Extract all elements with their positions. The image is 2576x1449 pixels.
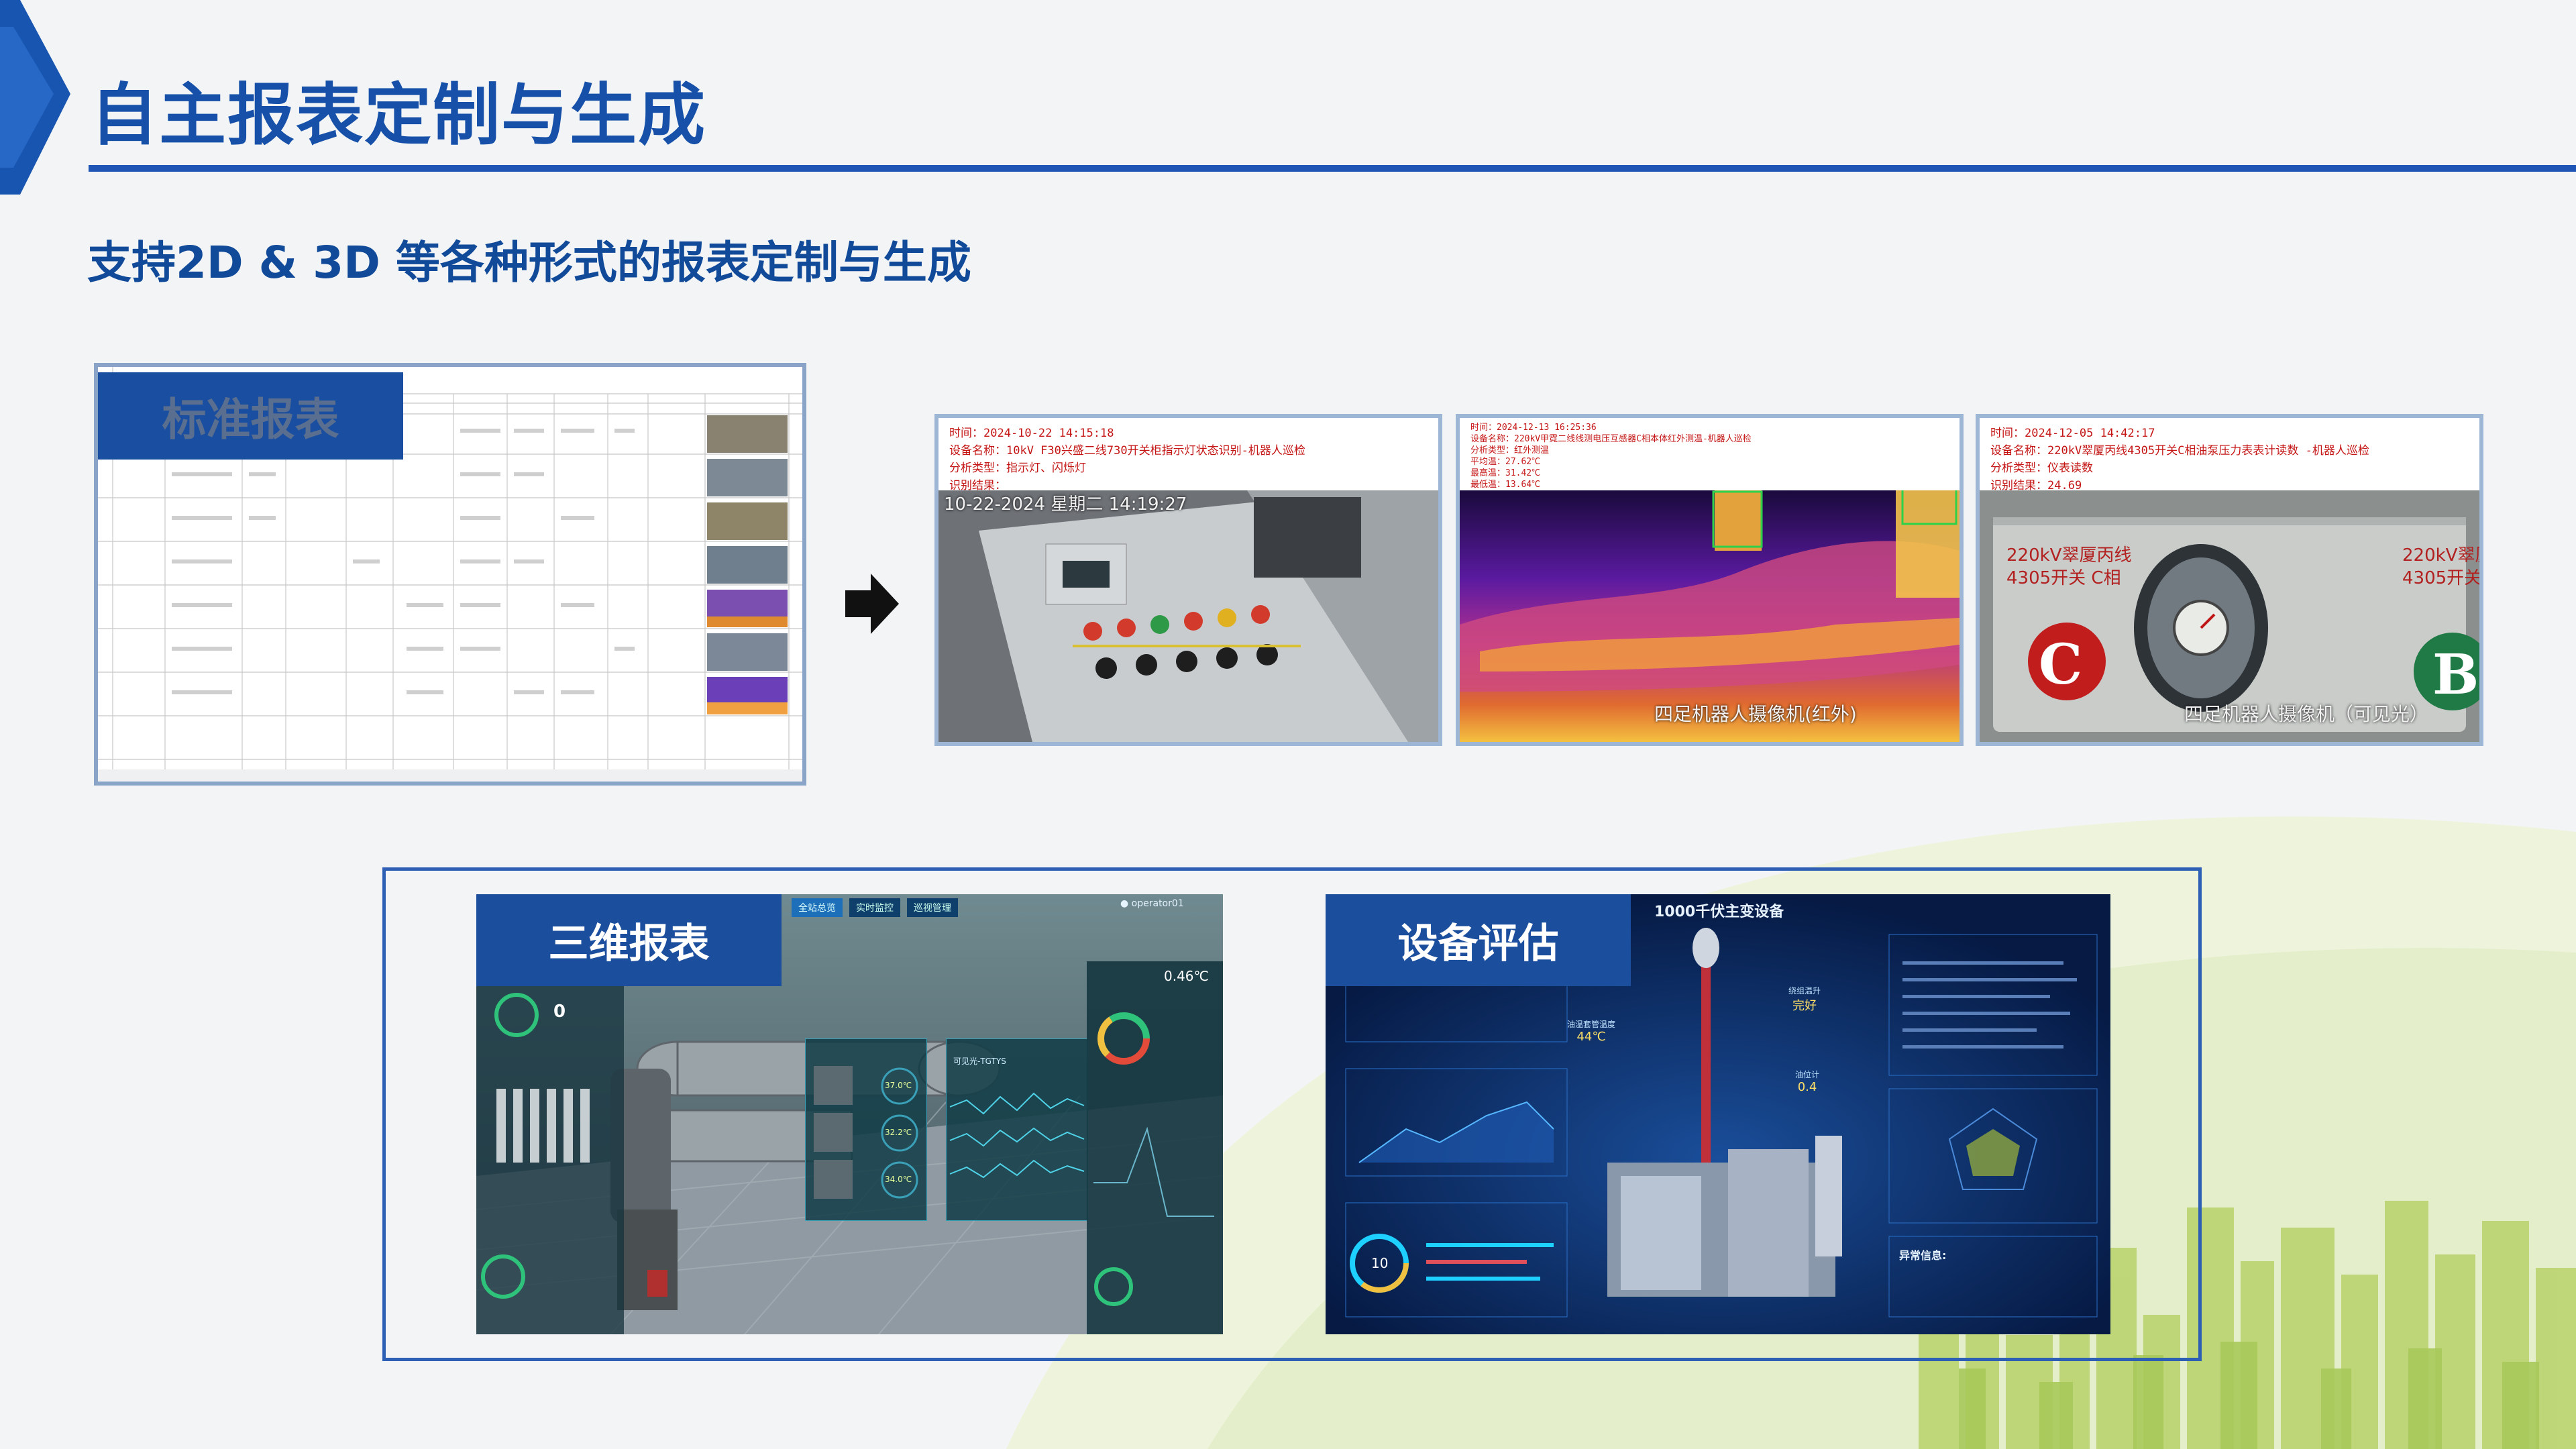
corner-accent	[0, 0, 70, 195]
top-nav: 全站总览 实时监控 巡视管理	[792, 898, 958, 917]
caption-time: 时间：2024-12-13 16:25:36	[1470, 423, 1597, 433]
cabinet-switch-phase: 4305开关 C相	[2006, 568, 2121, 588]
caption-time: 时间：2024-10-22 14:15:18	[949, 427, 1114, 440]
readout-value: 0.4	[1797, 1080, 1817, 1094]
temp-reading-3: 34.0℃	[885, 1175, 912, 1184]
temp-reading-1: 37.0℃	[885, 1081, 912, 1090]
cabinet-line-name: 220kV翠厦丙	[2402, 545, 2479, 566]
camera-label-overlay: 四足机器人摄像机（可见光）	[2184, 703, 2429, 725]
readout-value: 完好	[1792, 999, 1817, 1013]
three-d-report-panel: 全站总览 实时监控 巡视管理 ● operator01 0 37.0℃ 32.2…	[476, 894, 1223, 1334]
caption-device: 设备名称：220kV翠厦丙线4305开关C相油泵压力表表计读数 -机器人巡检	[1990, 444, 2369, 458]
dashboard-title: 1000千伏主变设备	[1654, 904, 1784, 920]
caption-device: 设备名称：220kV甲霓二线线测电压互感器C相本体红外测温-机器人巡检	[1470, 434, 1752, 444]
timestamp-overlay: 10-22-2024 星期二 14:19:27	[944, 494, 1187, 515]
inspection-shot-infrared: 时间：2024-12-13 16:25:36 设备名称：220kV甲霓二线线测电…	[1456, 414, 1964, 746]
readout-label: 油温套管温度	[1567, 1020, 1616, 1029]
indicator-cabinet-image	[938, 490, 1438, 742]
caption-max-temp: 最高温：31.42℃	[1470, 468, 1541, 478]
tab-monitor[interactable]: 实时监控	[849, 898, 900, 917]
right-stats-panel: 0.46℃	[1087, 961, 1223, 1334]
caption-time: 时间：2024-12-05 14:42:17	[1990, 427, 2155, 440]
slide-subtitle: 支持2D & 3D 等各种形式的报表定制与生成	[87, 237, 971, 288]
shot-caption: 时间：2024-12-05 14:42:17 设备名称：220kV翠厦丙线430…	[1980, 418, 2479, 490]
inspection-shot-gauge: 时间：2024-12-05 14:42:17 设备名称：220kV翠厦丙线430…	[1976, 414, 2483, 746]
temperature-card: 37.0℃ 32.2℃ 34.0℃	[805, 1038, 927, 1221]
caption-min-temp: 最低温：13.64℃	[1470, 480, 1541, 490]
phase-letter-b: B	[2432, 643, 2479, 707]
caption-type: 分析类型：仪表读数	[1990, 462, 2093, 475]
anomaly-title: 异常信息:	[1899, 1249, 1947, 1262]
right-charts	[1093, 1012, 1214, 1306]
user-label: ● operator01	[1120, 898, 1184, 909]
trend-lines	[949, 1092, 1085, 1179]
three-d-report-tag: 三维报表	[476, 894, 782, 986]
caption-result: 识别结果：24.69	[1990, 479, 2082, 490]
caption-device: 设备名称：10kV F30兴盛二线730开关柜指示灯状态识别-机器人巡检	[949, 444, 1305, 458]
readout-oil-level: 油位计 0.4	[1795, 1069, 1819, 1094]
health-score: 10	[1371, 1255, 1389, 1271]
readout-label: 绕组温升	[1788, 986, 1821, 996]
equipment-eval-panel: 1000千伏主变设备 油温套管温度 44℃ 绕组温升 完好 油位计 0.4 10…	[1326, 894, 2110, 1334]
title-divider	[89, 165, 2576, 172]
left-stats-panel: 0	[476, 981, 624, 1334]
stats-widgets	[481, 993, 590, 1299]
trend-card: 可见光-TGTYS	[946, 1038, 1088, 1221]
cabinet-line-name: 220kV翠厦丙线	[2006, 545, 2132, 566]
shot-caption: 时间：2024-12-13 16:25:36 设备名称：220kV甲霓二线线测电…	[1460, 418, 1960, 490]
camera-label-overlay: 四足机器人摄像机(红外)	[1654, 703, 1857, 725]
standard-report-tag: 标准报表	[98, 372, 403, 460]
readout-oil-temp: 油温套管温度 44℃	[1567, 1018, 1615, 1044]
phase-letter-c: C	[2039, 633, 2083, 697]
tab-patrol[interactable]: 巡视管理	[907, 898, 958, 917]
caption-type: 分析类型：指示灯、闪烁灯	[949, 462, 1086, 475]
user-icon: ●	[1120, 898, 1132, 909]
cabinet-label-left: 220kV翠厦丙线 4305开关 C相	[2006, 544, 2131, 590]
shot-caption: 时间：2024-10-22 14:15:18 设备名称：10kV F30兴盛二线…	[938, 418, 1438, 490]
readout-winding: 绕组温升 完好	[1788, 985, 1821, 1014]
stat-count: 0	[553, 1002, 566, 1022]
temp-reading-2: 32.2℃	[885, 1128, 912, 1137]
readout-value: 44℃	[1576, 1030, 1606, 1044]
inspection-shot-indicator: 时间：2024-10-22 14:15:18 设备名称：10kV F30兴盛二线…	[934, 414, 1442, 746]
user-name[interactable]: operator01	[1132, 898, 1184, 909]
cabinet-label-right: 220kV翠厦丙 4305开关 B	[2402, 544, 2482, 590]
caption-type: 分析类型：红外测温	[1470, 445, 1550, 455]
tab-overview[interactable]: 全站总览	[792, 898, 843, 917]
caption-avg-temp: 平均温：27.62℃	[1470, 457, 1541, 467]
readout-label: 油位计	[1795, 1070, 1820, 1079]
slide-title: 自主报表定制与生成	[91, 76, 706, 154]
equipment-eval-tag: 设备评估	[1326, 894, 1631, 986]
right-arrow-icon	[845, 574, 899, 634]
trend-card-title: 可见光-TGTYS	[953, 1057, 1006, 1066]
caption-result: 识别结果：	[949, 479, 1006, 490]
standard-report-panel: 标准报表	[94, 363, 806, 786]
cabinet-switch-phase: 4305开关 B	[2402, 568, 2482, 588]
weather-temp: 0.46℃	[1164, 968, 1209, 984]
